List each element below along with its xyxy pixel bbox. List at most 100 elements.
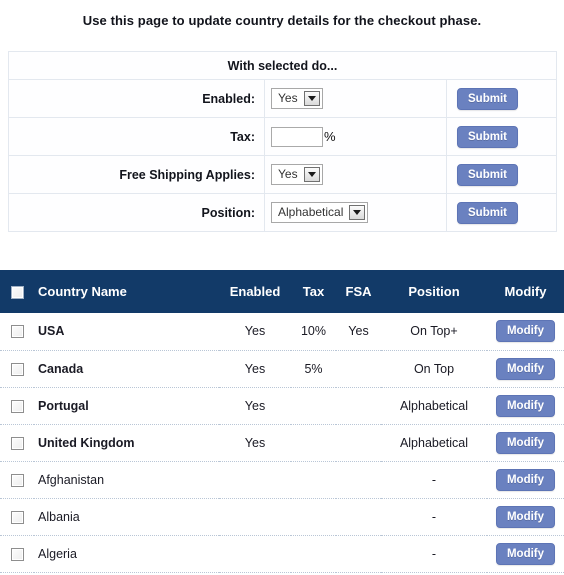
tax-field-cell: % (264, 118, 446, 155)
country-table: Country Name Enabled Tax FSA Position Mo… (0, 270, 564, 573)
page-title: Use this page to update country details … (82, 13, 482, 28)
row-checkbox-cell (0, 535, 34, 573)
modify-cell: Modify (487, 498, 564, 536)
row-checkbox-cell (0, 350, 34, 388)
bulk-action-form-header: With selected do... (9, 52, 556, 80)
enabled-label: Enabled: (202, 91, 255, 106)
tax-cell: 5% (291, 350, 336, 388)
modify-button[interactable]: Modify (495, 468, 556, 491)
free-shipping-label: Free Shipping Applies: (119, 167, 255, 182)
row-checkbox[interactable] (10, 436, 24, 450)
row-checkbox[interactable] (10, 325, 24, 339)
free-shipping-select-value: Yes (278, 167, 298, 181)
fsa-cell (336, 461, 381, 499)
row-checkbox-cell (0, 313, 34, 351)
modify-cell: Modify (487, 350, 564, 388)
enabled-cell (219, 461, 291, 499)
header-country-name[interactable]: Country Name (34, 270, 219, 313)
modify-cell: Modify (487, 387, 564, 425)
modify-button[interactable]: Modify (495, 505, 556, 528)
form-row-enabled: Enabled: Yes Submit (9, 80, 556, 118)
position-cell: - (381, 535, 487, 573)
country-table-body: USA Yes 10% Yes On Top+ Modify Canada Yes 5% On T… (0, 313, 564, 573)
country-name-cell: Algeria (34, 535, 219, 573)
form-row-free-shipping: Free Shipping Applies: Yes Submit (9, 156, 556, 194)
row-checkbox-cell (0, 498, 34, 536)
free-shipping-submit-cell: Submit (446, 156, 556, 193)
tax-cell: 10% (291, 313, 336, 351)
row-checkbox[interactable] (10, 473, 24, 487)
country-name-cell: Canada (34, 350, 219, 388)
select-all-checkbox[interactable] (10, 286, 24, 300)
header-fsa[interactable]: FSA (336, 270, 381, 313)
chevron-down-icon (303, 91, 320, 106)
row-checkbox[interactable] (10, 362, 24, 376)
table-row: Algeria - Modify (0, 535, 564, 573)
header-position[interactable]: Position (381, 270, 487, 313)
enabled-select-value: Yes (278, 91, 298, 105)
modify-button[interactable]: Modify (495, 320, 556, 343)
header-enabled[interactable]: Enabled (219, 270, 291, 313)
row-checkbox-cell (0, 387, 34, 425)
submit-tax-button[interactable]: Submit (457, 125, 518, 148)
tax-cell (291, 387, 336, 425)
modify-button[interactable]: Modify (495, 431, 556, 454)
tax-submit-cell: Submit (446, 118, 556, 155)
table-row: Albania - Modify (0, 498, 564, 536)
position-cell: - (381, 498, 487, 536)
row-checkbox[interactable] (10, 510, 24, 524)
country-name-cell: Portugal (34, 387, 219, 425)
modify-cell: Modify (487, 313, 564, 351)
fsa-cell (336, 350, 381, 388)
table-row: United Kingdom Yes Alphabetical Modify (0, 424, 564, 462)
submit-free-shipping-button[interactable]: Submit (457, 163, 518, 186)
position-cell: On Top+ (381, 313, 487, 351)
fsa-cell (336, 535, 381, 573)
form-row-tax: Tax: % Submit (9, 118, 556, 156)
fsa-cell (336, 387, 381, 425)
tax-cell (291, 424, 336, 462)
enabled-cell: Yes (219, 387, 291, 425)
free-shipping-field-cell: Yes (264, 156, 446, 193)
modify-button[interactable]: Modify (495, 542, 556, 565)
position-submit-cell: Submit (446, 194, 556, 231)
tax-label: Tax: (230, 129, 255, 144)
modify-button[interactable]: Modify (495, 394, 556, 417)
fsa-cell (336, 498, 381, 536)
chevron-down-icon (349, 205, 366, 220)
submit-enabled-button[interactable]: Submit (457, 87, 518, 110)
free-shipping-select[interactable]: Yes (271, 164, 323, 185)
bulk-action-form: With selected do... Enabled: Yes Submit … (8, 51, 557, 232)
country-name-cell: Albania (34, 498, 219, 536)
country-table-head: Country Name Enabled Tax FSA Position Mo… (0, 270, 564, 313)
modify-button[interactable]: Modify (495, 357, 556, 380)
row-checkbox[interactable] (10, 547, 24, 561)
tax-cell (291, 461, 336, 499)
enabled-field-cell: Yes (264, 80, 446, 117)
position-select[interactable]: Alphabetical (271, 202, 369, 223)
enabled-cell: Yes (219, 424, 291, 462)
chevron-down-icon (303, 167, 320, 182)
fsa-cell (336, 424, 381, 462)
country-name-cell: Afghanistan (34, 461, 219, 499)
country-table-container: Country Name Enabled Tax FSA Position Mo… (0, 270, 564, 573)
bulk-action-form-title: With selected do... (227, 58, 338, 73)
modify-cell: Modify (487, 424, 564, 462)
position-cell: - (381, 461, 487, 499)
enabled-select[interactable]: Yes (271, 88, 323, 109)
select-all-header (0, 270, 34, 313)
enabled-cell (219, 535, 291, 573)
header-tax[interactable]: Tax (291, 270, 336, 313)
country-name-cell: United Kingdom (34, 424, 219, 462)
position-cell: Alphabetical (381, 387, 487, 425)
tax-input[interactable] (271, 126, 323, 147)
form-row-position: Position: Alphabetical Submit (9, 194, 556, 232)
position-cell: Alphabetical (381, 424, 487, 462)
row-checkbox[interactable] (10, 399, 24, 413)
tax-cell (291, 498, 336, 536)
modify-cell: Modify (487, 535, 564, 573)
table-row: Canada Yes 5% On Top Modify (0, 350, 564, 388)
country-name-cell: USA (34, 313, 219, 351)
table-row: Portugal Yes Alphabetical Modify (0, 387, 564, 425)
submit-position-button[interactable]: Submit (457, 201, 518, 224)
